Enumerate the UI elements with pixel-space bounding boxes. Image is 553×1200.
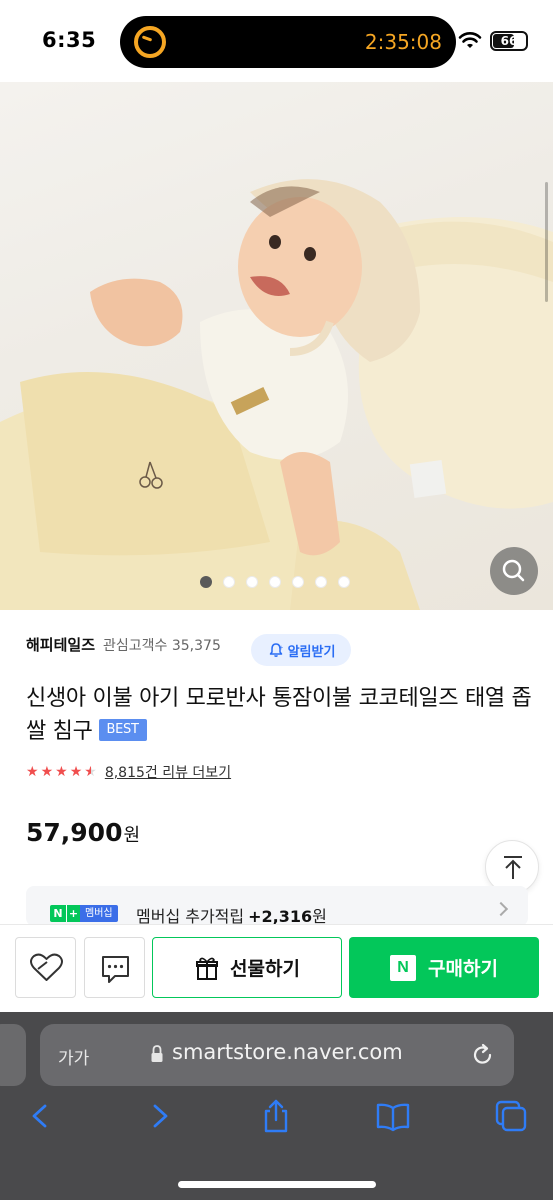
zoom-button[interactable] (490, 547, 538, 595)
gift-button[interactable]: 선물하기 (152, 937, 342, 998)
chat-icon (102, 956, 129, 983)
review-link[interactable]: 8,815건 리뷰 더보기 (105, 762, 231, 782)
back-icon[interactable] (22, 1098, 58, 1134)
wishlist-button[interactable] (15, 937, 76, 998)
svg-text:+: + (278, 645, 283, 652)
url-text: smartstore.naver.com (172, 1040, 403, 1064)
share-icon[interactable] (258, 1098, 294, 1134)
timer-icon (134, 26, 166, 58)
battery-icon: 66 (490, 31, 528, 51)
tabs-icon[interactable] (493, 1098, 529, 1134)
store-interest-count: 관심고객수 35,375 (103, 637, 221, 654)
buy-button[interactable]: N 구매하기 (349, 937, 539, 998)
store-row: 해피테일즈 관심고객수 35,375 (26, 634, 221, 655)
status-time: 6:35 (42, 28, 97, 52)
gallery-dot[interactable] (315, 576, 327, 588)
price: 57,900원 (26, 818, 140, 847)
lock-icon (151, 1045, 163, 1062)
star-icon: ★ (55, 764, 68, 780)
search-icon (502, 559, 525, 582)
store-name[interactable]: 해피테일즈 (26, 634, 95, 655)
alarm-button[interactable]: + 알림받기 (251, 634, 351, 666)
heart-icon (30, 953, 63, 981)
chevron-right-icon (493, 901, 509, 917)
gallery-dot[interactable] (292, 576, 304, 588)
gift-icon (196, 957, 219, 980)
gallery-dot[interactable] (223, 576, 235, 588)
gift-label: 선물하기 (230, 959, 300, 980)
purchase-action-bar: 선물하기 N 구매하기 (0, 924, 553, 1016)
product-photo (0, 179, 553, 610)
previous-tab[interactable] (0, 1024, 26, 1086)
gallery-pagination[interactable] (200, 576, 350, 590)
naver-pay-icon: N (390, 954, 417, 981)
best-badge: BEST (98, 719, 147, 741)
address-bar[interactable]: 가가 smartstore.naver.com (40, 1024, 514, 1086)
bell-icon: + (269, 643, 283, 657)
reader-settings-button[interactable]: 가가 (58, 1044, 89, 1069)
reload-icon[interactable] (470, 1042, 496, 1068)
dynamic-island[interactable]: 2:35:08 (120, 16, 456, 68)
star-icon: ★ (84, 764, 97, 780)
island-timer: 2:35:08 (364, 30, 442, 54)
product-title: 신생아 이불 아기 모로반사 통잠이불 코코테일즈 태열 좁쌀 침구 BEST (26, 682, 536, 748)
bookmarks-icon[interactable] (375, 1098, 411, 1134)
rating-stars: ★ ★ ★ ★ ★ (26, 764, 97, 780)
membership-badge: N + 멤버십 (50, 905, 118, 922)
gallery-dot[interactable] (269, 576, 281, 588)
star-icon: ★ (26, 764, 39, 780)
forward-icon[interactable] (142, 1098, 178, 1134)
talk-button[interactable] (84, 937, 145, 998)
buy-label: 구매하기 (428, 959, 498, 980)
battery-text: 66 (500, 34, 518, 48)
alarm-label: 알림받기 (287, 643, 336, 659)
membership-banner[interactable]: N + 멤버십 멤버십 추가적립 +2,316원 (26, 886, 528, 926)
gallery-dot[interactable] (338, 576, 350, 588)
wifi-icon (458, 32, 482, 48)
membership-badge-plus: + (66, 905, 80, 922)
membership-badge-n: N (50, 905, 66, 922)
price-unit: 원 (123, 825, 141, 846)
star-icon: ★ (40, 764, 54, 780)
star-icon: ★ (69, 764, 83, 780)
home-indicator (178, 1181, 376, 1188)
gallery-dot[interactable] (246, 576, 258, 588)
product-image[interactable] (0, 82, 553, 610)
price-value: 57,900 (26, 818, 123, 847)
gallery-dot[interactable] (200, 576, 212, 588)
rating-row: ★ ★ ★ ★ ★ 8,815건 리뷰 더보기 (26, 762, 231, 782)
scroll-indicator (545, 182, 548, 302)
membership-badge-tag: 멤버십 (80, 905, 118, 922)
status-bar: 6:35 2:35:08 66 (0, 0, 553, 82)
